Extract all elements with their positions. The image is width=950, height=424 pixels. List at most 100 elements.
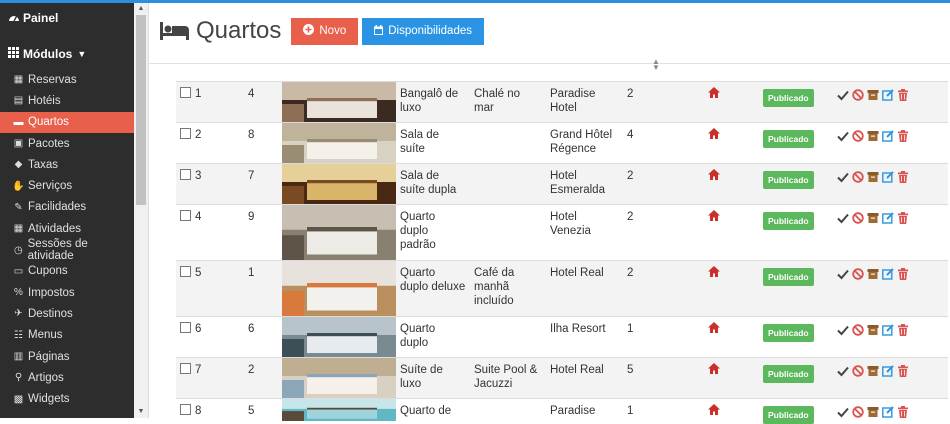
- edit-icon[interactable]: [882, 324, 894, 336]
- check-icon[interactable]: [837, 212, 849, 224]
- ban-icon[interactable]: [852, 171, 864, 183]
- room-name[interactable]: Sala de suíte dupla: [396, 164, 470, 205]
- room-name[interactable]: Bangalô de luxo: [396, 82, 470, 123]
- home-cell[interactable]: [683, 82, 755, 123]
- edit-icon[interactable]: [882, 365, 894, 377]
- scroll-down-arrow-icon[interactable]: ▼: [134, 406, 148, 418]
- table-row[interactable]: 14Bangalô de luxoChalé no marParadise Ho…: [176, 82, 948, 123]
- sidebar-modules-toggle[interactable]: Módulos ▼: [0, 39, 134, 69]
- ban-icon[interactable]: [852, 406, 864, 418]
- trash-icon[interactable]: [897, 212, 909, 224]
- archive-icon[interactable]: [867, 268, 879, 280]
- check-icon[interactable]: [837, 365, 849, 377]
- check-icon[interactable]: [837, 171, 849, 183]
- ban-icon[interactable]: [852, 365, 864, 377]
- room-name[interactable]: Quarto duplo deluxe: [396, 261, 470, 317]
- ban-icon[interactable]: [852, 130, 864, 142]
- home-cell[interactable]: [683, 123, 755, 164]
- edit-icon[interactable]: [882, 268, 894, 280]
- row-checkbox[interactable]: [180, 404, 191, 415]
- edit-icon[interactable]: [882, 89, 894, 101]
- home-cell[interactable]: [683, 317, 755, 358]
- row-select-cell[interactable]: 4: [176, 205, 240, 261]
- archive-icon[interactable]: [867, 171, 879, 183]
- ban-icon[interactable]: [852, 89, 864, 101]
- new-room-button[interactable]: Novo: [291, 18, 358, 45]
- sidebar-item[interactable]: ✈Destinos: [0, 303, 134, 324]
- edit-icon[interactable]: [882, 212, 894, 224]
- trash-icon[interactable]: [897, 406, 909, 418]
- sidebar-item[interactable]: ▦Reservas: [0, 69, 134, 90]
- sidebar-scrollbar[interactable]: ▲ ▼: [134, 3, 149, 418]
- archive-icon[interactable]: [867, 406, 879, 418]
- table-row[interactable]: 66Quarto duploIlha Resort1Publicado: [176, 317, 948, 358]
- ban-icon[interactable]: [852, 324, 864, 336]
- sidebar-item[interactable]: ▣Pacotes: [0, 133, 134, 154]
- home-cell[interactable]: [683, 205, 755, 261]
- sidebar-item[interactable]: ▦Atividades: [0, 218, 134, 239]
- table-row[interactable]: 72Suíte de luxoSuite Pool & JacuzziHotel…: [176, 358, 948, 399]
- row-select-cell[interactable]: 5: [176, 261, 240, 317]
- row-checkbox[interactable]: [180, 322, 191, 333]
- trash-icon[interactable]: [897, 171, 909, 183]
- edit-icon[interactable]: [882, 130, 894, 142]
- home-cell[interactable]: [683, 358, 755, 399]
- room-name[interactable]: Quarto duplo: [396, 317, 470, 358]
- edit-icon[interactable]: [882, 171, 894, 183]
- check-icon[interactable]: [837, 130, 849, 142]
- table-row[interactable]: 37Sala de suíte duplaHotel Esmeralda2Pub…: [176, 164, 948, 205]
- archive-icon[interactable]: [867, 212, 879, 224]
- room-name[interactable]: Quarto de: [396, 399, 470, 424]
- sidebar-item[interactable]: %Impostos: [0, 282, 134, 303]
- check-icon[interactable]: [837, 268, 849, 280]
- check-icon[interactable]: [837, 406, 849, 418]
- row-select-cell[interactable]: 8: [176, 399, 240, 424]
- room-name[interactable]: Quarto duplo padrão: [396, 205, 470, 261]
- table-row[interactable]: 49Quarto duplo padrãoHotel Venezia2Publi…: [176, 205, 948, 261]
- sidebar-dashboard-link[interactable]: Painel: [0, 3, 134, 33]
- table-row[interactable]: 51Quarto duplo deluxeCafé da manhã inclu…: [176, 261, 948, 317]
- archive-icon[interactable]: [867, 130, 879, 142]
- archive-icon[interactable]: [867, 324, 879, 336]
- room-name[interactable]: Suíte de luxo: [396, 358, 470, 399]
- sidebar-item[interactable]: ◷Sessões de atividade: [0, 239, 134, 260]
- sidebar-item[interactable]: ▬Quartos: [0, 112, 134, 133]
- scroll-up-arrow-icon[interactable]: ▲: [134, 3, 148, 15]
- trash-icon[interactable]: [897, 268, 909, 280]
- sort-icon[interactable]: ▲▼: [652, 59, 660, 71]
- row-select-cell[interactable]: 1: [176, 82, 240, 123]
- trash-icon[interactable]: [897, 365, 909, 377]
- edit-icon[interactable]: [882, 406, 894, 418]
- row-checkbox[interactable]: [180, 363, 191, 374]
- room-name[interactable]: Sala de suíte: [396, 123, 470, 164]
- sidebar-item[interactable]: ✎Facilidades: [0, 197, 134, 218]
- sidebar-item[interactable]: ◆Taxas: [0, 154, 134, 175]
- row-select-cell[interactable]: 3: [176, 164, 240, 205]
- row-checkbox[interactable]: [180, 266, 191, 277]
- check-icon[interactable]: [837, 324, 849, 336]
- table-row[interactable]: 28Sala de suíteGrand Hôtel Régence4Publi…: [176, 123, 948, 164]
- row-checkbox[interactable]: [180, 128, 191, 139]
- ban-icon[interactable]: [852, 212, 864, 224]
- row-select-cell[interactable]: 6: [176, 317, 240, 358]
- trash-icon[interactable]: [897, 130, 909, 142]
- row-select-cell[interactable]: 7: [176, 358, 240, 399]
- row-select-cell[interactable]: 2: [176, 123, 240, 164]
- home-cell[interactable]: [683, 399, 755, 424]
- sidebar-item[interactable]: ⚲Artigos: [0, 367, 134, 388]
- check-icon[interactable]: [837, 89, 849, 101]
- sidebar-item[interactable]: ▭Cupons: [0, 261, 134, 282]
- home-cell[interactable]: [683, 164, 755, 205]
- trash-icon[interactable]: [897, 324, 909, 336]
- table-row[interactable]: 85Quarto deParadise1Publicado: [176, 399, 948, 424]
- availability-button[interactable]: Disponibilidades: [362, 18, 484, 45]
- row-checkbox[interactable]: [180, 210, 191, 221]
- trash-icon[interactable]: [897, 89, 909, 101]
- sidebar-item[interactable]: ▤Hotéis: [0, 90, 134, 111]
- archive-icon[interactable]: [867, 89, 879, 101]
- ban-icon[interactable]: [852, 268, 864, 280]
- scroll-thumb[interactable]: [136, 15, 146, 205]
- archive-icon[interactable]: [867, 365, 879, 377]
- home-cell[interactable]: [683, 261, 755, 317]
- row-checkbox[interactable]: [180, 87, 191, 98]
